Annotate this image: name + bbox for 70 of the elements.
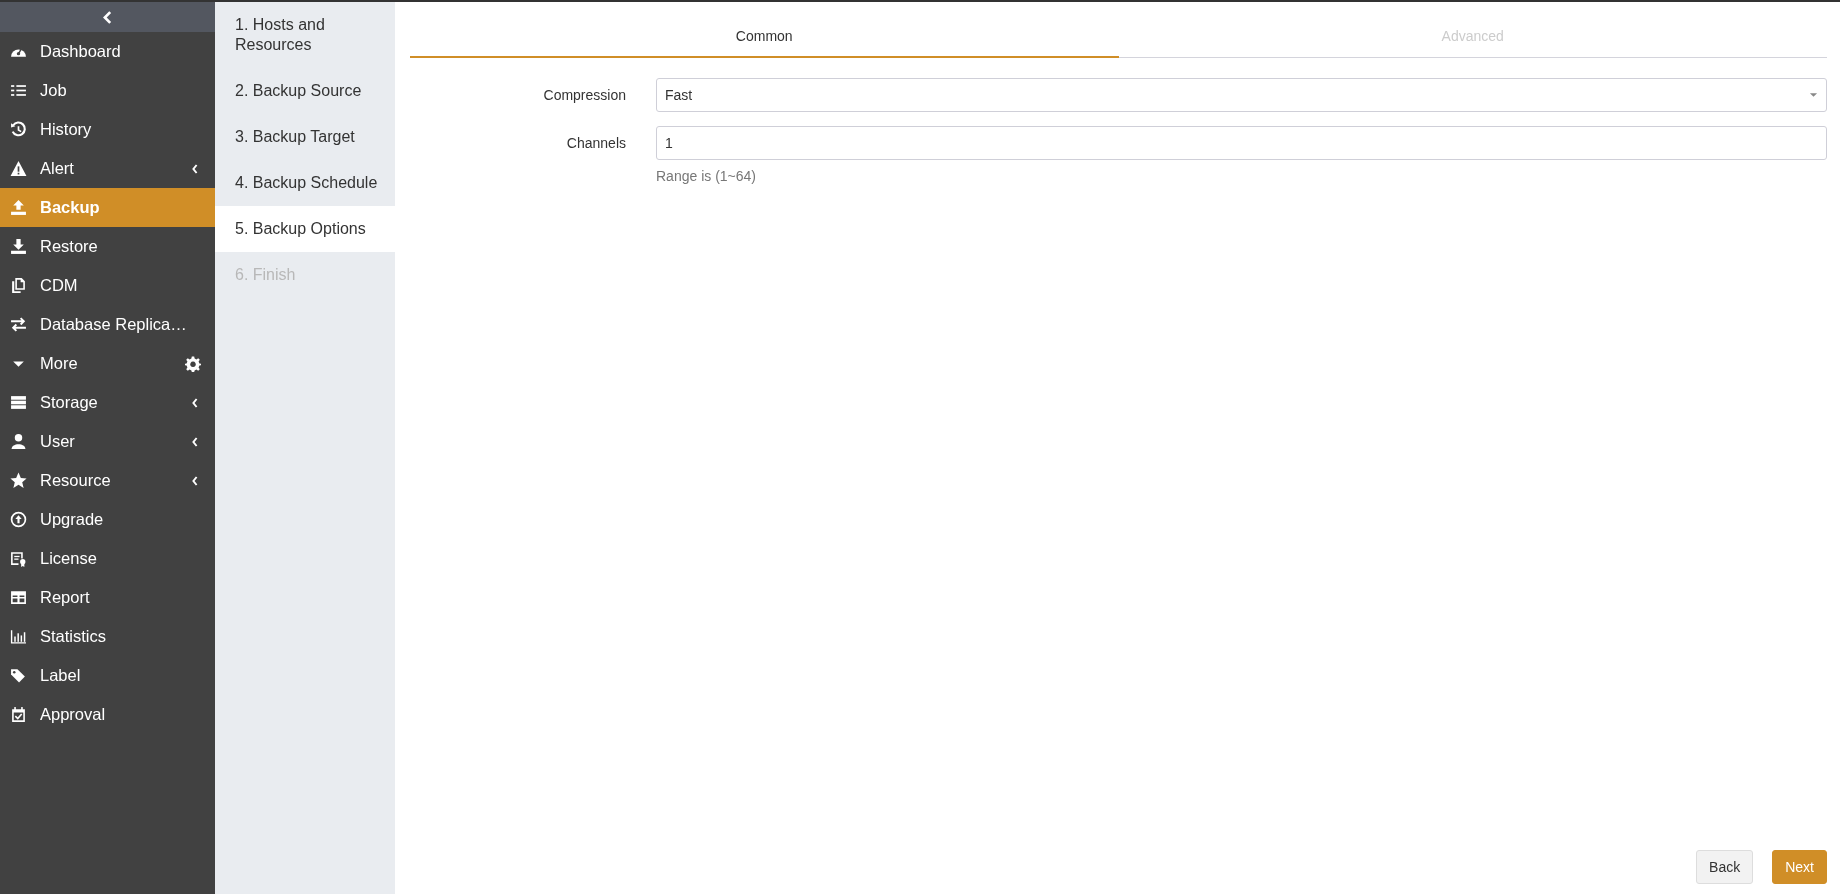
storage-icon (10, 394, 27, 411)
sidebar-item[interactable]: Storage (0, 383, 215, 422)
sidebar-label: Resource (40, 471, 112, 490)
sidebar-item[interactable]: CDM (0, 266, 215, 305)
upload-circle-icon (10, 511, 27, 528)
sidebar-item[interactable]: Alert (0, 149, 215, 188)
back-button[interactable]: Back (1696, 850, 1754, 884)
sidebar-item[interactable]: Approval (0, 695, 215, 734)
sidebar-item[interactable]: User (0, 422, 215, 461)
sidebar-label: Backup (40, 198, 101, 217)
bar-chart-icon (10, 628, 27, 645)
warning-icon (10, 160, 27, 177)
sidebar-item[interactable]: Statistics (0, 617, 215, 656)
sidebar-label: Dashboard (40, 42, 122, 61)
wizard-step[interactable]: 3. Backup Target (215, 114, 395, 160)
sidebar-label: Upgrade (40, 510, 105, 529)
wizard-step[interactable]: 2. Backup Source (215, 68, 395, 114)
field-label: Compression (542, 87, 627, 103)
chevron-left-icon (103, 10, 112, 24)
sidebar-item[interactable]: License (0, 539, 215, 578)
range-hint: Range is (1~64) (656, 168, 756, 184)
tag-icon (10, 667, 27, 684)
sidebar-label: Job (40, 81, 68, 100)
sidebar-label: Alert (40, 159, 75, 178)
compression-select[interactable]: Fast (656, 78, 1827, 112)
certificate-icon (10, 550, 27, 567)
dropdown-caret-icon (1809, 92, 1818, 98)
sidebar-label: Storage (40, 393, 99, 412)
sidebar-label: License (40, 549, 98, 568)
field-label: Channels (565, 135, 627, 151)
sidebar-label: CDM (40, 276, 79, 295)
wizard-step[interactable]: 4. Backup Schedule (215, 160, 395, 206)
sidebar-label: User (40, 432, 76, 451)
copy-icon (10, 277, 27, 294)
sidebar-item[interactable]: Label (0, 656, 215, 695)
sidebar-label: Restore (40, 237, 99, 256)
upload-icon (10, 199, 27, 216)
calendar-check-icon (10, 706, 27, 723)
sidebar-item[interactable]: Dashboard (0, 32, 215, 71)
download-icon (10, 238, 27, 255)
chevron-left-icon (191, 162, 199, 175)
sidebar-label: Report (40, 588, 91, 607)
sidebar-label: Label (40, 666, 82, 685)
tab[interactable]: Common (410, 2, 1119, 58)
chevron-left-icon (191, 474, 199, 487)
history-icon (10, 121, 27, 138)
list-icon (10, 82, 27, 99)
sidebar-item[interactable]: Job (0, 71, 215, 110)
sidebar-item[interactable]: Upgrade (0, 500, 215, 539)
wizard-step[interactable]: 5. Backup Options (215, 206, 395, 252)
chevron-left-icon (191, 435, 199, 448)
sidebar-item[interactable]: History (0, 110, 215, 149)
wizard-step[interactable]: 1. Hosts and Resources (215, 2, 395, 68)
sidebar-label: History (40, 120, 93, 139)
swap-icon (10, 316, 27, 333)
sidebar-item[interactable]: Resource (0, 461, 215, 500)
chevron-left-icon (191, 396, 199, 409)
channels-input[interactable]: 1 (656, 126, 1827, 160)
sidebar-label: Statistics (40, 627, 108, 646)
sidebar-item[interactable]: More (0, 344, 215, 383)
settings-icon[interactable] (185, 355, 201, 372)
table-icon (10, 589, 27, 606)
sidebar-label: Approval (40, 705, 107, 724)
star-icon (10, 472, 27, 489)
sidebar-label: Database Replica… (40, 315, 188, 334)
sidebar-item[interactable]: Report (0, 578, 215, 617)
sidebar-item[interactable]: Database Replica… (0, 305, 215, 344)
sidebar-label: More (40, 354, 79, 373)
user-icon (10, 433, 27, 450)
sidebar-item[interactable]: Restore (0, 227, 215, 266)
